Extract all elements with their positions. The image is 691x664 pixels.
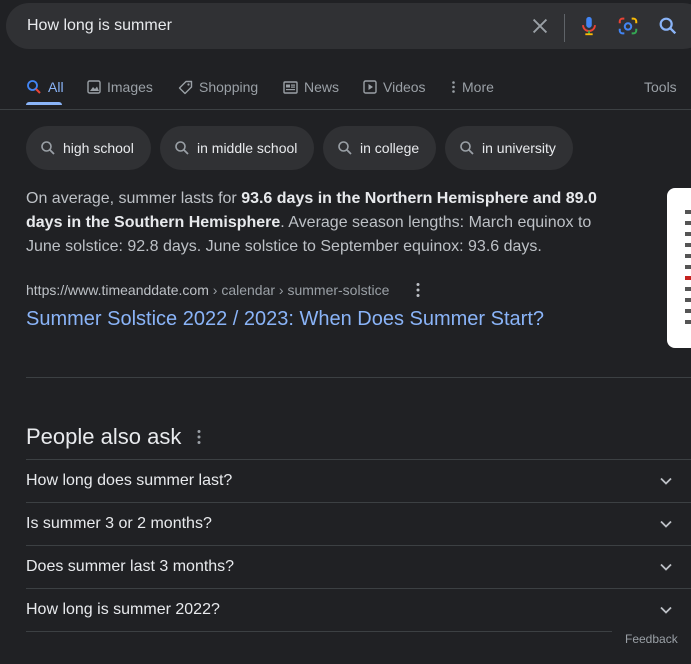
tabs-divider [0,109,691,110]
search-input[interactable] [27,3,507,49]
tools-button[interactable]: Tools [644,72,677,102]
chevron-down-icon [660,606,672,614]
tab-images-label: Images [107,79,153,95]
paa-question[interactable]: Is summer 3 or 2 months? [26,502,691,545]
microphone-icon[interactable] [578,15,600,37]
feedback-link[interactable]: Feedback [625,632,678,646]
chip-label: in middle school [197,140,298,156]
paa-question-text: Does summer last 3 months? [26,558,235,575]
refine-chip-college[interactable]: in college [323,126,436,170]
paa-question[interactable]: How long does summer last? [26,459,691,502]
tab-news-label: News [304,79,340,95]
tab-videos-label: Videos [383,79,426,95]
people-also-ask-list: How long does summer last? Is summer 3 o… [26,459,691,632]
search-icon [41,141,55,155]
chip-label: in college [360,140,420,156]
thumbnail-detail [685,320,691,324]
thumbnail-detail [685,276,691,280]
newspaper-icon [283,80,298,94]
vertical-dots-icon [452,81,455,93]
search-bar-divider [564,14,565,42]
thumbnail-detail [685,254,691,258]
section-divider [26,377,691,378]
thumbnail-detail [685,287,691,291]
paa-question-text: How long is summer 2022? [26,601,220,618]
vertical-dots-icon[interactable] [192,428,206,446]
featured-snippet-text: On average, summer lasts for 93.6 days i… [26,187,606,259]
tab-more-label: More [462,79,494,95]
thumbnail-detail [685,210,691,214]
close-icon[interactable] [529,15,551,37]
tab-news[interactable]: News [283,72,339,102]
people-also-ask-heading: People also ask [26,424,182,449]
search-icon [460,141,474,155]
tab-shopping-label: Shopping [199,79,259,95]
result-path: › calendar › summer-solstice [208,282,390,298]
chevron-down-icon [660,563,672,571]
result-site: https://www.timeanddate.com [26,282,209,298]
search-tabs: All Images Shopping News Videos More Too… [0,72,691,105]
paa-question[interactable]: Does summer last 3 months? [26,545,691,588]
chevron-down-icon [660,520,672,528]
search-icon[interactable] [657,15,679,37]
search-results-page: All Images Shopping News [0,0,691,664]
thumbnail-detail [685,232,691,236]
snippet-thumbnail[interactable] [667,188,691,348]
tab-all[interactable]: All [26,72,64,102]
result-title-link[interactable]: Summer Solstice 2022 / 2023: When Does S… [26,306,544,332]
search-icon [175,141,189,155]
snippet-intro: On average, summer lasts for [26,190,242,207]
tab-videos[interactable]: Videos [363,72,426,102]
tab-shopping[interactable]: Shopping [178,72,258,102]
result-url[interactable]: https://www.timeanddate.com › calendar ›… [26,282,389,298]
play-icon [363,80,377,94]
chevron-down-icon [660,477,672,485]
tab-all-label: All [48,79,64,95]
thumbnail-detail [685,298,691,302]
camera-lens-icon[interactable] [617,15,639,37]
paa-question[interactable]: How long is summer 2022? [26,588,691,632]
chip-label: high school [63,140,134,156]
result-options-icon[interactable] [410,281,426,299]
tab-more[interactable]: More [451,72,494,102]
thumbnail-detail [685,309,691,313]
image-icon [87,80,101,94]
paa-question-text: Is summer 3 or 2 months? [26,515,212,532]
tag-icon [178,80,193,94]
thumbnail-detail [685,243,691,247]
chip-label: in university [482,140,556,156]
tools-label: Tools [644,79,677,95]
refine-chip-high-school[interactable]: high school [26,126,151,170]
paa-question-text: How long does summer last? [26,472,233,489]
search-icon [27,80,41,94]
active-tab-indicator [26,102,62,105]
refine-chip-middle-school[interactable]: in middle school [160,126,314,170]
thumbnail-detail [685,265,691,269]
refine-chip-university[interactable]: in university [445,126,573,170]
thumbnail-detail [685,221,691,225]
search-bar[interactable] [6,3,691,49]
search-icon [338,141,352,155]
tab-images[interactable]: Images [87,72,153,102]
